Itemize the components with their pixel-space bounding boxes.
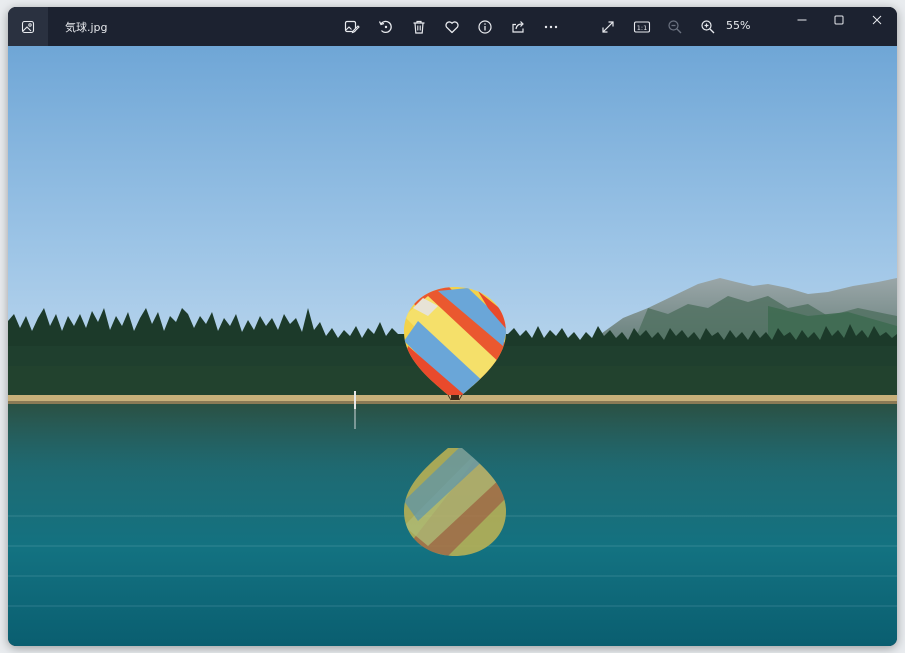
share-button[interactable]	[506, 15, 530, 39]
title-bar: 気球.jpg 1:1 55%	[8, 7, 897, 46]
zoom-out-icon	[668, 20, 682, 34]
delete-icon	[413, 20, 425, 34]
photo-viewport[interactable]	[8, 46, 897, 646]
actual-size-button[interactable]: 1:1	[630, 15, 654, 39]
close-button[interactable]	[857, 7, 897, 33]
minimize-button[interactable]	[782, 7, 822, 33]
zoom-out-button[interactable]	[663, 15, 687, 39]
favorite-icon	[445, 21, 459, 34]
zoom-in-button[interactable]	[696, 15, 720, 39]
info-button[interactable]	[473, 15, 497, 39]
zoom-in-icon	[701, 20, 715, 34]
fullscreen-button[interactable]	[596, 15, 620, 39]
rotate-icon	[378, 20, 392, 34]
edit-image-icon	[344, 20, 360, 34]
edit-image-button[interactable]	[340, 15, 364, 39]
actual-size-label: 1:1	[637, 24, 647, 32]
photos-app-icon	[21, 20, 35, 33]
minimize-icon	[797, 19, 807, 21]
maximize-button[interactable]	[819, 7, 859, 33]
info-icon	[478, 20, 492, 34]
photos-app-window: 気球.jpg 1:1 55%	[8, 7, 897, 646]
share-icon	[512, 21, 524, 33]
fullscreen-icon	[602, 21, 614, 33]
close-icon	[872, 15, 882, 25]
maximize-icon	[834, 15, 844, 25]
favorite-button[interactable]	[440, 15, 464, 39]
actual-size-icon: 1:1	[633, 21, 651, 33]
file-name: 気球.jpg	[65, 21, 108, 34]
app-icon-button[interactable]	[8, 7, 48, 46]
zoom-level[interactable]: 55%	[726, 19, 750, 32]
more-icon	[544, 25, 558, 29]
photo-hot-air-balloon-lake	[8, 46, 897, 646]
rotate-button[interactable]	[374, 15, 398, 39]
delete-button[interactable]	[407, 15, 431, 39]
more-options-button[interactable]	[539, 15, 563, 39]
